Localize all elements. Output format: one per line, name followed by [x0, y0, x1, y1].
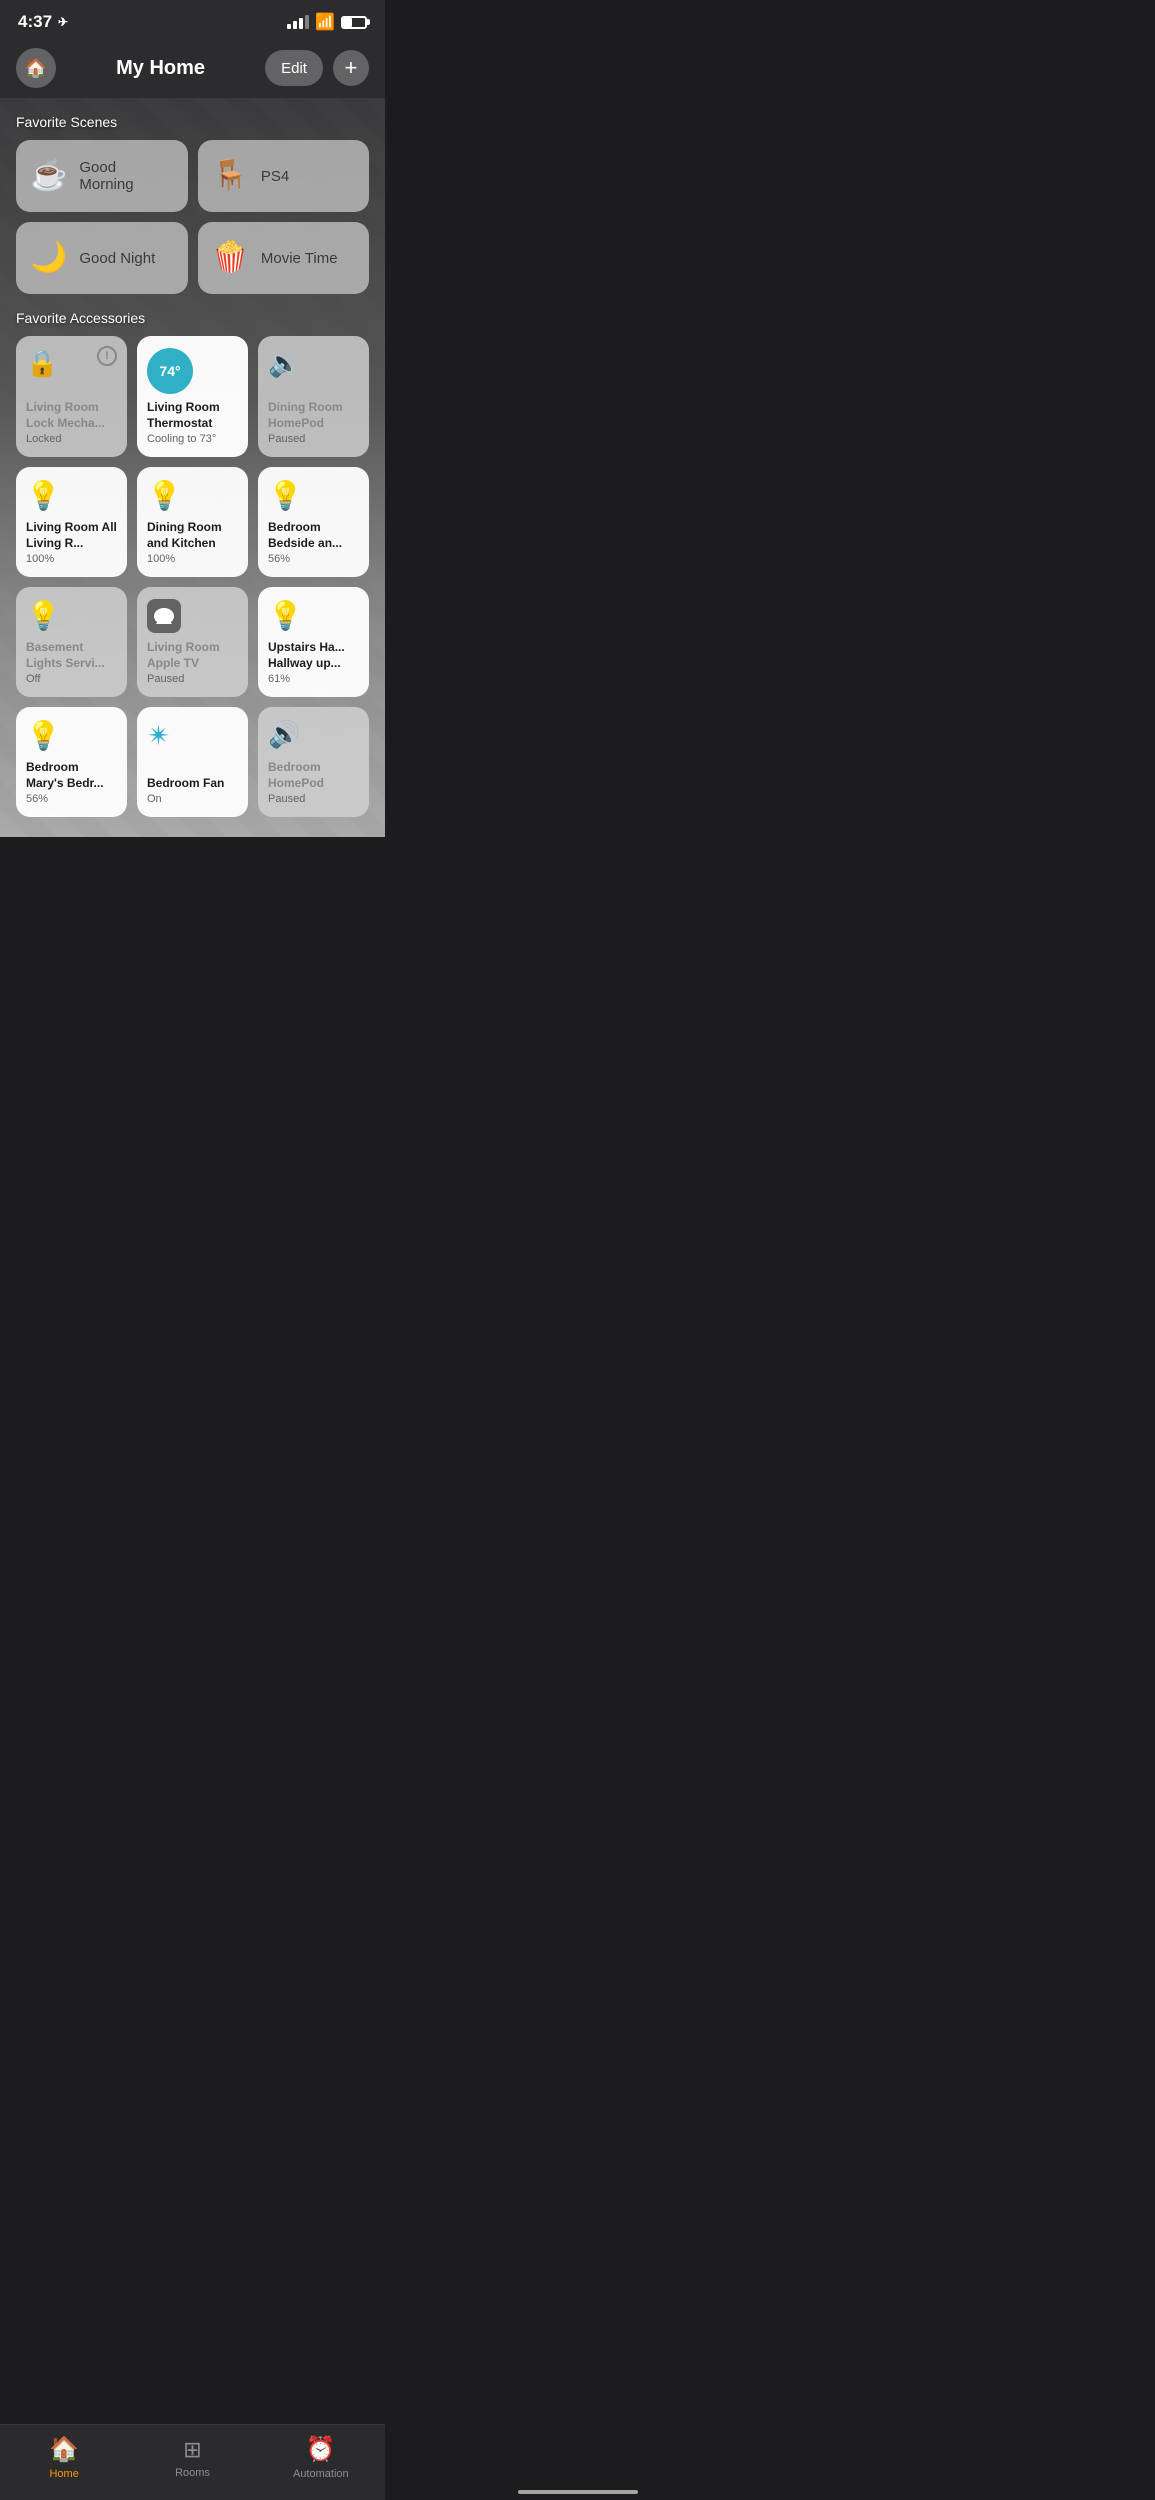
dining-homepod-status: Paused — [268, 433, 359, 445]
battery-fill — [343, 18, 352, 27]
tab-bar: 🏠 Home ⊞ Rooms ⏰ Automation — [0, 2424, 385, 2500]
accessory-bedroom-homepod[interactable]: 🔊 Bedroom HomePod Paused — [258, 707, 369, 817]
bedroom-bedside-status: 56% — [268, 553, 359, 565]
page-title: My Home — [116, 57, 205, 80]
accessories-section-label: Favorite Accessories — [16, 310, 369, 326]
signal-bar-4 — [305, 15, 309, 29]
home-tab-icon: 🏠 — [49, 2435, 79, 2464]
accessory-appletv[interactable]: Living Room Apple TV Paused — [137, 587, 248, 697]
thermostat-badge: 74° — [147, 348, 193, 394]
homepod-icon: 🔊 — [268, 348, 359, 379]
dining-homepod-name: Dining Room HomePod — [268, 400, 359, 431]
accessory-dining-kitchen-lights[interactable]: 💡 Dining Room and Kitchen 100% — [137, 467, 248, 577]
accessory-upstairs-hallway[interactable]: 💡 Upstairs Ha... Hallway up... 61% — [258, 587, 369, 697]
add-button[interactable]: + — [333, 50, 369, 86]
living-room-lock-name: Living Room Lock Mecha... — [26, 400, 117, 431]
main-content: Favorite Scenes ☕ Good Morning 🪑 PS4 🌙 G… — [0, 98, 385, 917]
living-room-light-icon: 💡 — [26, 479, 117, 512]
living-room-lights-name: Living Room All Living R... — [26, 520, 117, 551]
upstairs-hallway-name: Upstairs Ha... Hallway up... — [268, 640, 359, 671]
tab-home[interactable]: 🏠 Home — [34, 2435, 94, 2480]
bedroom-bedside-light-icon: 💡 — [268, 479, 359, 512]
accessory-bedroom-fan[interactable]: ✴ Bedroom Fan On — [137, 707, 248, 817]
rooms-tab-icon: ⊞ — [183, 2437, 201, 2463]
automation-tab-label: Automation — [293, 2468, 349, 2480]
bedroom-homepod-name: Bedroom HomePod — [268, 760, 359, 791]
home-tab-label: Home — [49, 2468, 78, 2480]
signal-bar-1 — [287, 24, 291, 29]
basement-lights-status: Off — [26, 673, 117, 685]
home-indicator — [518, 2490, 638, 2494]
appletv-status: Paused — [147, 673, 238, 685]
tab-automation[interactable]: ⏰ Automation — [291, 2435, 351, 2480]
signal-bar-2 — [293, 21, 297, 29]
bedroom-homepod-icon: 🔊 — [268, 719, 359, 750]
good-night-label: Good Night — [79, 250, 155, 267]
living-room-thermostat-name: Living Room Thermostat — [147, 400, 238, 431]
bedroom-homepod-status: Paused — [268, 793, 359, 805]
home-button[interactable]: 🏠 — [16, 48, 56, 88]
bedroom-marys-status: 56% — [26, 793, 117, 805]
location-icon: ✈ — [58, 15, 68, 29]
bedroom-marys-name: Bedroom Mary's Bedr... — [26, 760, 117, 791]
basement-light-icon: 💡 — [26, 599, 117, 632]
scenes-section-label: Favorite Scenes — [16, 114, 369, 130]
dining-kitchen-lights-name: Dining Room and Kitchen — [147, 520, 238, 551]
living-room-thermostat-status: Cooling to 73° — [147, 433, 238, 445]
dining-kitchen-light-icon: 💡 — [147, 479, 238, 512]
scene-movie-time[interactable]: 🍿 Movie Time — [198, 222, 370, 294]
dining-kitchen-lights-status: 100% — [147, 553, 238, 565]
upstairs-hallway-status: 61% — [268, 673, 359, 685]
appletv-icon — [147, 599, 181, 633]
status-icons: 📶 — [287, 12, 367, 32]
scene-good-night[interactable]: 🌙 Good Night — [16, 222, 188, 294]
bedroom-bedside-name: Bedroom Bedside an... — [268, 520, 359, 551]
upstairs-hallway-light-icon: 💡 — [268, 599, 359, 632]
home-icon: 🏠 — [25, 58, 47, 79]
accessory-dining-homepod[interactable]: 🔊 Dining Room HomePod Paused — [258, 336, 369, 457]
good-morning-icon: ☕ — [30, 161, 67, 191]
edit-button[interactable]: Edit — [265, 50, 323, 86]
automation-tab-icon: ⏰ — [306, 2435, 336, 2464]
lock-info-icon: ! — [97, 346, 117, 366]
bedroom-fan-name: Bedroom Fan — [147, 776, 238, 792]
battery-icon — [341, 16, 367, 29]
scenes-grid: ☕ Good Morning 🪑 PS4 🌙 Good Night 🍿 Movi… — [16, 140, 369, 294]
ps4-icon: 🪑 — [212, 161, 249, 191]
accessories-grid: 🔒 ! Living Room Lock Mecha... Locked 74°… — [16, 336, 369, 817]
background-area: Favorite Scenes ☕ Good Morning 🪑 PS4 🌙 G… — [0, 98, 385, 837]
accessory-bedroom-marys[interactable]: 💡 Bedroom Mary's Bedr... 56% — [16, 707, 127, 817]
bedroom-fan-status: On — [147, 793, 238, 805]
app-header: 🏠 My Home Edit + — [0, 38, 385, 98]
status-bar: 4:37 ✈ 📶 — [0, 0, 385, 38]
accessory-basement-lights[interactable]: 💡 Basement Lights Servi... Off — [16, 587, 127, 697]
accessory-bedroom-bedside[interactable]: 💡 Bedroom Bedside an... 56% — [258, 467, 369, 577]
accessory-living-room-lights[interactable]: 💡 Living Room All Living R... 100% — [16, 467, 127, 577]
accessory-living-room-thermostat[interactable]: 74° Living Room Thermostat Cooling to 73… — [137, 336, 248, 457]
status-time: 4:37 ✈ — [18, 12, 68, 32]
thermostat-temp: 74° — [159, 363, 180, 379]
scene-good-morning[interactable]: ☕ Good Morning — [16, 140, 188, 212]
rooms-tab-label: Rooms — [175, 2467, 210, 2479]
ps4-label: PS4 — [261, 168, 289, 185]
scene-ps4[interactable]: 🪑 PS4 — [198, 140, 370, 212]
appletv-name: Living Room Apple TV — [147, 640, 238, 671]
basement-lights-name: Basement Lights Servi... — [26, 640, 117, 671]
bedroom-marys-light-icon: 💡 — [26, 719, 117, 752]
living-room-lights-status: 100% — [26, 553, 117, 565]
signal-bar-3 — [299, 18, 303, 29]
living-room-lock-status: Locked — [26, 433, 117, 445]
movie-time-icon: 🍿 — [212, 243, 249, 273]
good-morning-label: Good Morning — [79, 159, 173, 193]
signal-bars — [287, 15, 309, 29]
movie-time-label: Movie Time — [261, 250, 338, 267]
fan-icon: ✴ — [147, 719, 238, 752]
good-night-icon: 🌙 — [30, 243, 67, 273]
header-actions: Edit + — [265, 50, 369, 86]
tab-rooms[interactable]: ⊞ Rooms — [162, 2437, 222, 2479]
wifi-icon: 📶 — [315, 12, 335, 32]
accessory-living-room-lock[interactable]: 🔒 ! Living Room Lock Mecha... Locked — [16, 336, 127, 457]
